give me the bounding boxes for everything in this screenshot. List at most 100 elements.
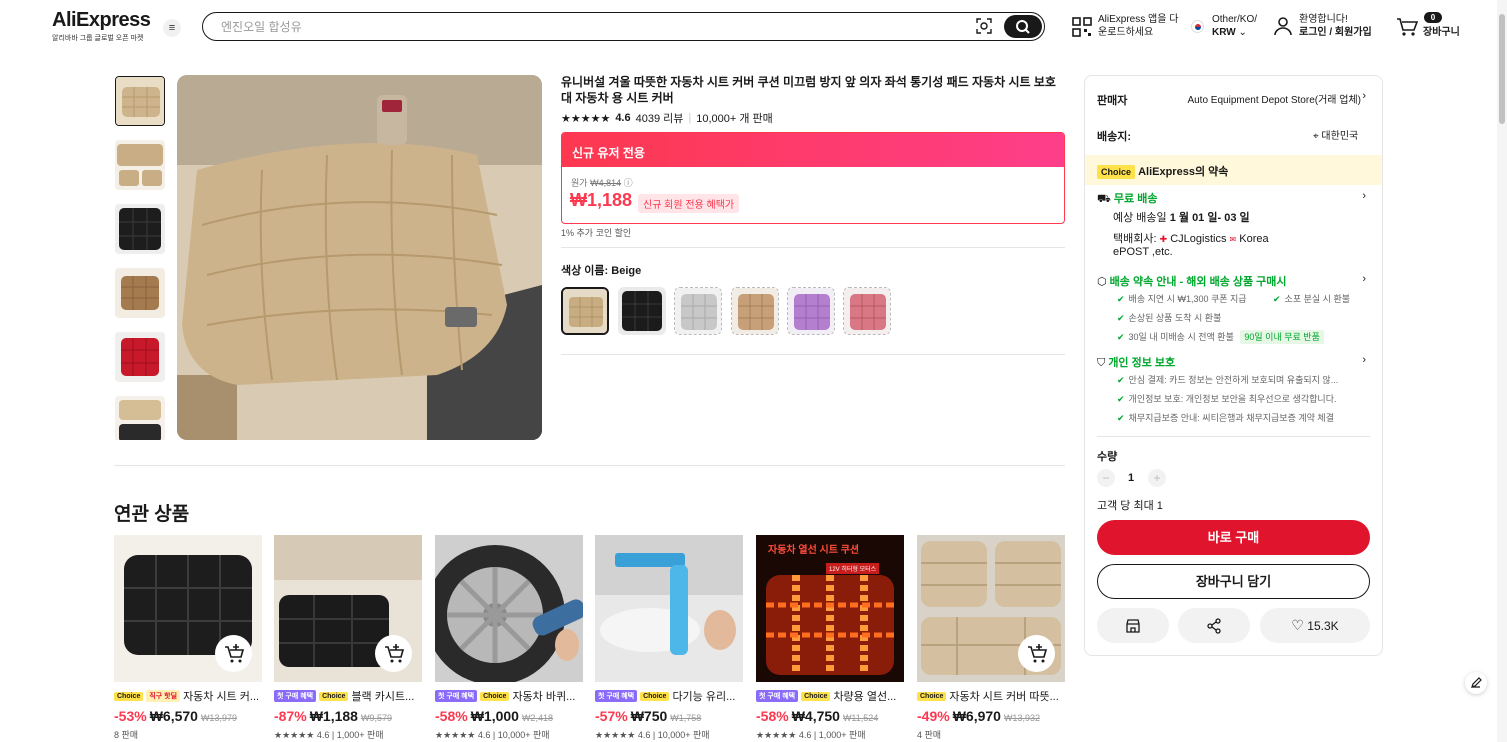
ship-to-selector[interactable]: ⌖ 대한민국 [1313, 127, 1358, 142]
app-download-link[interactable]: AliExpress 앱을 다 운로드하세요 [1098, 13, 1178, 39]
assurance-text: 손상된 상품 도착 시 환불 [1128, 313, 1222, 323]
share-button[interactable] [1178, 608, 1250, 643]
price: ₩6,970 [952, 708, 1001, 724]
add-to-cart-icon[interactable] [215, 635, 252, 672]
heater-sub-text: 12V 히터형 모터스 [826, 563, 880, 574]
thumbnail[interactable] [115, 140, 165, 190]
product-card[interactable]: Choice 자동차 시트 커버 따뜻... -49% ₩6,970 ₩13,9… [917, 535, 1065, 741]
free-shipping-row[interactable]: ⛟ 무료 배송 [1097, 190, 1157, 207]
old-price: ₩2,418 [521, 713, 553, 723]
quantity-label: 수량 [1097, 451, 1118, 463]
product-card[interactable]: 첫 구매 혜택 Choice 블랙 카시트... -87% ₩1,188 ₩9,… [274, 535, 422, 741]
add-to-cart-button[interactable]: 장바구니 담기 [1097, 564, 1370, 599]
privacy-row[interactable]: ⛉ 개인 정보 보호 [1097, 354, 1175, 370]
color-swatch-purple[interactable] [787, 287, 835, 335]
product-card-image[interactable] [435, 535, 583, 682]
delivery-prefix: 예상 배송일 [1113, 212, 1167, 224]
assurance-text: 소포 분실 시 환불 [1284, 294, 1351, 304]
aliexpress-logo[interactable]: AliExpress 알리바바 그룹 글로벌 오픈 마켓 [52, 9, 151, 43]
quantity-value[interactable]: 1 [1128, 472, 1134, 484]
share-icon [1207, 618, 1221, 634]
thumbnail[interactable] [115, 204, 165, 254]
chevron-right-icon[interactable]: › [1362, 190, 1366, 202]
product-card-prices: -87% ₩1,188 ₩9,579 [274, 708, 422, 724]
product-card[interactable]: 첫 구매 혜택 Choice 다기능 유리... -57% ₩750 ₩1,75… [595, 535, 743, 741]
wishlist-button[interactable]: ♡ 15.3K [1260, 608, 1370, 643]
product-card-image[interactable] [595, 535, 743, 682]
product-card-name: 자동차 시트 커버 따뜻... [949, 691, 1059, 703]
first-purchase-badge: 첫 구매 혜택 [435, 690, 478, 702]
assurance-row[interactable]: ⬡ 배송 약속 안내 - 해외 배송 상품 구매시 [1097, 273, 1287, 289]
seller-link[interactable]: Auto Equipment Depot Store(거래 업체) [1161, 91, 1361, 106]
product-card[interactable]: 첫 구매 혜택 Choice 자동차 바퀴... -58% ₩1,000 ₩2,… [435, 535, 583, 741]
assurance-text: 배송 지연 시 ₩1,300 쿠폰 지급 [1128, 294, 1247, 304]
check-icon: ✔ [1117, 375, 1125, 385]
thumbnail[interactable] [115, 396, 165, 440]
wishlist-count: 15.3K [1307, 619, 1339, 633]
menu-icon[interactable]: ≡ [163, 19, 181, 37]
color-swatch-gray[interactable] [674, 287, 722, 335]
main-product-image[interactable] [177, 75, 542, 440]
qr-code-icon[interactable] [1072, 17, 1092, 37]
page-scrollbar[interactable] [1497, 0, 1507, 742]
product-card-tags: 첫 구매 혜택 Choice 다기능 유리... [595, 688, 743, 704]
product-card[interactable]: 자동차 열선 시트 쿠션 12V 히터형 모터스 첫 구매 혜택 Choice … [756, 535, 904, 741]
user-icon[interactable] [1273, 16, 1293, 36]
product-card-image[interactable] [114, 535, 262, 682]
choice-badge: Choice [114, 691, 144, 701]
discount: -57% [595, 708, 628, 724]
thumbnail[interactable] [115, 332, 165, 382]
color-swatch-pink[interactable] [843, 287, 891, 335]
rating-stars-icon: ★★★★★ [435, 730, 476, 740]
scrollbar-thumb[interactable] [1499, 14, 1505, 124]
product-card-image[interactable] [917, 535, 1065, 682]
feedback-button[interactable] [1465, 672, 1487, 694]
discount: -58% [756, 708, 789, 724]
product-card-prices: -58% ₩1,000 ₩2,418 [435, 708, 583, 724]
old-price: ₩1,758 [670, 713, 702, 723]
cart-icon[interactable] [1396, 17, 1418, 37]
login-text: 로그인 / 회원가입 [1299, 27, 1372, 38]
cart-label[interactable]: 장바구니 [1423, 26, 1460, 39]
add-to-cart-icon[interactable] [375, 635, 412, 672]
price: ₩6,570 [149, 708, 198, 724]
rating-stars-icon: ★★★★★ [561, 112, 611, 125]
image-search-icon[interactable] [976, 18, 992, 34]
old-price: ₩13,932 [1003, 713, 1040, 723]
product-card[interactable]: Choice 직구 핫딜 자동차 시트 커... -53% ₩6,570 ₩13… [114, 535, 262, 741]
check-icon: ✔ [1117, 332, 1125, 342]
quantity-increase-button[interactable]: + [1148, 469, 1166, 487]
locale-selector[interactable]: Other/KO/ KRW ⌄ [1212, 13, 1257, 39]
store-button[interactable] [1097, 608, 1169, 643]
product-card-image[interactable] [274, 535, 422, 682]
assurance-text: 30일 내 미배송 시 전액 환불 [1128, 332, 1234, 342]
price: ₩1,188 [309, 708, 358, 724]
buy-now-button[interactable]: 바로 구매 [1097, 520, 1370, 555]
add-to-cart-icon[interactable] [1018, 635, 1055, 672]
privacy-item: ✔ 안심 결제: 카드 정보는 안전하게 보호되며 유출되지 않... [1117, 373, 1338, 386]
thumbnail[interactable] [115, 76, 165, 126]
search-button[interactable] [1004, 15, 1042, 38]
color-swatch-beige[interactable] [561, 287, 609, 335]
quantity-decrease-button[interactable]: − [1097, 469, 1115, 487]
product-title: 유니버설 겨울 따뜻한 자동차 시트 커버 쿠션 미끄럼 방지 앞 의자 좌석 … [561, 75, 1056, 105]
product-card-name: 블랙 카시트... [351, 691, 415, 703]
first-purchase-badge: 첫 구매 혜택 [756, 690, 799, 702]
color-swatch-black[interactable] [618, 287, 666, 335]
review-count[interactable]: 4039 리뷰 [636, 110, 684, 126]
thumbnail[interactable] [115, 268, 165, 318]
account-link[interactable]: 환영합니다! 로그인 / 회원가입 [1299, 13, 1372, 39]
privacy-item: ✔ 채무지급보증 안내: 씨티은행과 채무지급보증 계약 체결 [1117, 411, 1334, 424]
chevron-right-icon[interactable]: › [1362, 354, 1366, 366]
choice-badge: Choice [1097, 165, 1136, 179]
product-card-image[interactable]: 자동차 열선 시트 쿠션 12V 히터형 모터스 [756, 535, 904, 682]
info-icon[interactable]: ⓘ [624, 178, 633, 188]
product-card-prices: -58% ₩4,750 ₩11,524 [756, 708, 904, 724]
courier-korea: Korea [1239, 233, 1269, 245]
chevron-right-icon[interactable]: › [1362, 90, 1366, 102]
chevron-right-icon[interactable]: › [1362, 273, 1366, 285]
product-card-name: 다기능 유리... [672, 691, 736, 703]
search-input[interactable] [221, 18, 921, 35]
color-swatch-tan[interactable] [731, 287, 779, 335]
price: ₩750 [630, 708, 668, 724]
